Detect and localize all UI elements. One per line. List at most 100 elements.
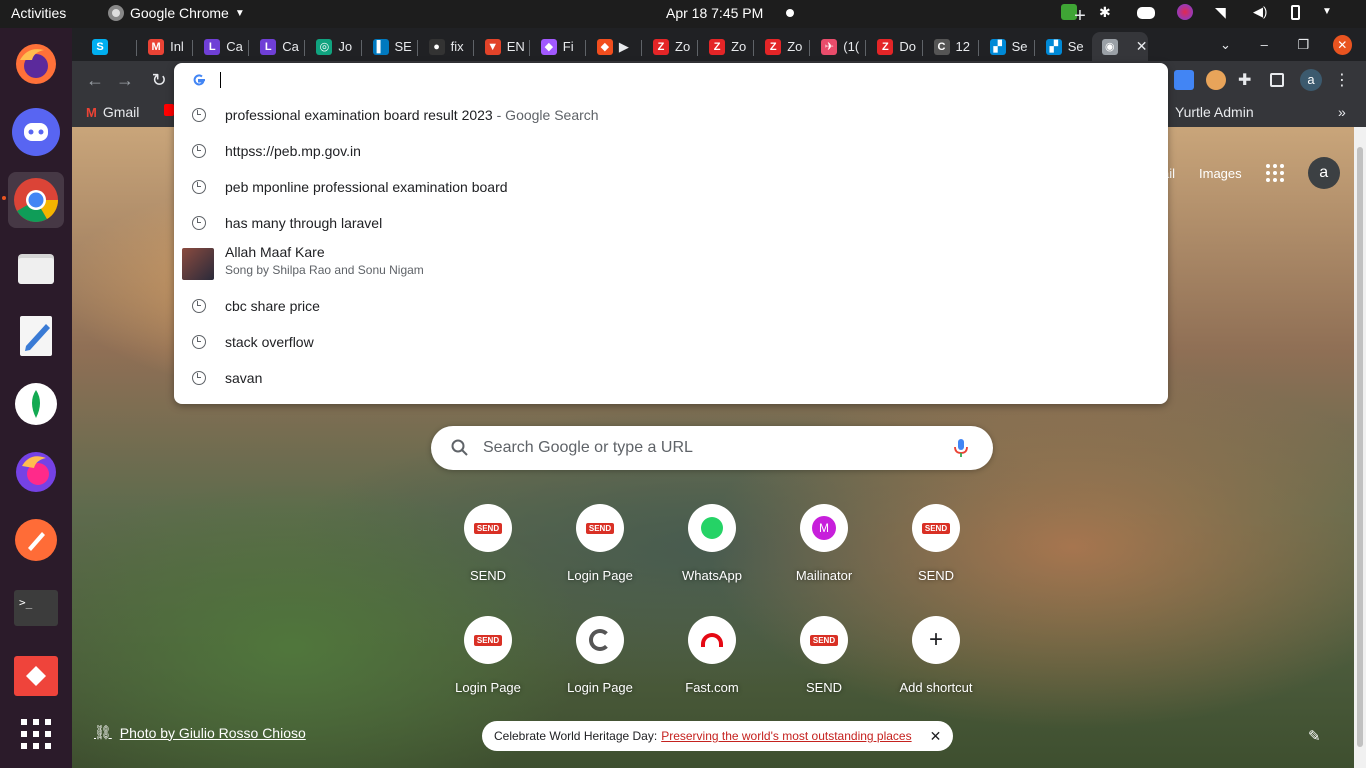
firefox-dev-tray-icon[interactable]	[1177, 4, 1193, 20]
dock-firefox[interactable]	[8, 36, 64, 92]
page-scrollbar[interactable]	[1354, 127, 1366, 768]
bookmark-gmail[interactable]: M Gmail	[86, 104, 139, 120]
wifi-icon[interactable]: ◥	[1215, 4, 1231, 20]
volume-icon[interactable]: ◀)	[1253, 4, 1269, 20]
tab-strip: S M Inl L Ca L Ca ◎ Jo ▌ SE ● fix ▼ EN ◆ Fi ◆ ▶ Z Zo Z Zo Z Zo ✈(…	[72, 28, 1366, 61]
browser-tab[interactable]: ● fix	[419, 32, 475, 61]
browser-tab[interactable]: M Inl	[138, 32, 194, 61]
promo-link[interactable]: Preserving the world's most outstanding …	[661, 729, 911, 743]
browser-tab[interactable]: C 12	[924, 32, 980, 61]
omnibox-input[interactable]	[174, 63, 1168, 97]
app-menu-label: Google Chrome	[130, 5, 229, 21]
browser-tab[interactable]: ◆ ▶	[587, 32, 643, 61]
shortcut-login-page-3[interactable]: Login Page	[544, 600, 656, 712]
dock-chrome[interactable]	[8, 172, 64, 228]
browser-tab[interactable]: ▞ Se	[1036, 32, 1092, 61]
new-tab-button[interactable]: +	[1068, 5, 1092, 28]
back-button[interactable]: ←	[84, 70, 106, 91]
dock-anydesk[interactable]	[8, 648, 64, 704]
browser-tab[interactable]: ◎ Jo	[306, 32, 362, 61]
browser-tab[interactable]: Z Zo	[755, 32, 811, 61]
browser-tab[interactable]: L Ca	[194, 32, 250, 61]
song-suggestion-row[interactable]: Allah Maaf Kare Song by Shilpa Rao and So…	[174, 241, 1168, 288]
history-clock-icon	[192, 371, 206, 385]
app-menu[interactable]: Google Chrome ▼	[108, 5, 245, 21]
dock-postman[interactable]	[8, 512, 64, 568]
system-tray[interactable]: ✱ ◥ ◀) ▼	[1061, 4, 1338, 20]
reload-button[interactable]: ↻	[148, 70, 170, 91]
minimize-button[interactable]: –	[1245, 37, 1284, 52]
account-avatar[interactable]: a	[1307, 157, 1340, 189]
browser-tab[interactable]: S	[82, 32, 138, 61]
shortcut-whatsapp[interactable]: WhatsApp	[656, 488, 768, 600]
menu-dots-icon[interactable]: ⋮	[1334, 70, 1354, 90]
extension-icon[interactable]	[1206, 70, 1226, 90]
browser-tab[interactable]: Z Zo	[643, 32, 699, 61]
extensions-puzzle-icon[interactable]: ✚	[1238, 70, 1258, 90]
close-tab-icon[interactable]: ✕	[1136, 38, 1148, 55]
forward-button[interactable]: →	[114, 70, 136, 91]
suggestion-row[interactable]: has many through laravel	[174, 205, 1168, 241]
suggestion-row[interactable]: savan	[174, 360, 1168, 396]
dock-terminal[interactable]: >_	[8, 580, 64, 636]
bookmark-yurtle-admin[interactable]: Yurtle Admin	[1175, 104, 1254, 120]
shortcut-fast-com[interactable]: Fast.com	[656, 600, 768, 712]
google-translate-icon[interactable]	[1174, 70, 1194, 90]
slack-icon[interactable]: ✱	[1099, 4, 1115, 20]
ntp-search-box[interactable]: Search Google or type a URL	[431, 426, 993, 470]
shortcut-login-page-1[interactable]: SEND Login Page	[544, 488, 656, 600]
browser-tab[interactable]: ◉ ✕	[1091, 32, 1148, 61]
shortcut-send-2[interactable]: SEND SEND	[880, 488, 992, 600]
figma-icon: ◆	[596, 38, 613, 55]
shortcut-label: SEND	[805, 680, 843, 695]
photo-attribution-link[interactable]: ⛓ Photo by Giulio Rosso Chioso	[94, 724, 306, 741]
shortcut-label: Fast.com	[685, 680, 739, 695]
shortcut-login-page-2[interactable]: SEND Login Page	[432, 600, 544, 712]
gitlab-icon: ▼	[484, 38, 501, 55]
profile-avatar[interactable]: a	[1300, 69, 1322, 91]
dock-mongodb[interactable]	[8, 376, 64, 432]
browser-tab[interactable]: Z Do	[867, 32, 923, 61]
send-icon: SEND	[576, 504, 624, 552]
bookmarks-overflow-button[interactable]: »	[1338, 104, 1346, 120]
microphone-icon[interactable]	[949, 436, 973, 460]
suggestion-row[interactable]: professional examination board result 20…	[174, 97, 1168, 133]
shortcut-mailinator[interactable]: M Mailinator	[768, 488, 880, 600]
discord-tray-icon[interactable]	[1137, 7, 1155, 19]
c-logo-icon	[576, 616, 624, 664]
tab-search-icon[interactable]: ⌄	[1206, 37, 1245, 53]
mongodb-leaf-icon	[15, 383, 57, 425]
caret-down-icon[interactable]: ▼	[1322, 4, 1338, 20]
shortcut-send-3[interactable]: SEND SEND	[768, 600, 880, 712]
browser-tab[interactable]: ▞ Se	[980, 32, 1036, 61]
activities-button[interactable]: Activities	[11, 5, 66, 21]
clock[interactable]: Apr 18 7:45 PM	[666, 5, 763, 21]
images-link[interactable]: Images	[1199, 166, 1242, 181]
browser-tab[interactable]: ▌ SE	[363, 32, 419, 61]
dock-files[interactable]	[8, 240, 64, 296]
suggestion-row[interactable]: stack overflow	[174, 324, 1168, 360]
google-g-icon	[193, 74, 205, 86]
close-window-button[interactable]: ✕	[1332, 34, 1352, 55]
add-shortcut-button[interactable]: + Add shortcut	[880, 600, 992, 712]
show-apps-button[interactable]	[8, 706, 64, 762]
suggestion-row[interactable]: cbc share price	[174, 288, 1168, 324]
maximize-button[interactable]: ❐	[1284, 37, 1323, 53]
suggestion-row[interactable]: httpss://peb.mp.gov.in	[174, 133, 1168, 169]
google-apps-icon[interactable]	[1265, 164, 1284, 182]
dock-firefox-developer[interactable]	[8, 444, 64, 500]
dock-discord[interactable]	[8, 104, 64, 160]
browser-tab[interactable]: ✈ (1(	[811, 32, 867, 61]
bookmark-youtube[interactable]	[164, 104, 174, 116]
battery-icon[interactable]	[1291, 4, 1300, 20]
browser-tab[interactable]: ◆ Fi	[531, 32, 587, 61]
side-panel-icon[interactable]	[1270, 73, 1284, 87]
dock-text-editor[interactable]	[8, 308, 64, 364]
suggestion-row[interactable]: peb mponline professional examination bo…	[174, 169, 1168, 205]
close-promo-icon[interactable]: ✕	[930, 728, 942, 745]
browser-tab[interactable]: Z Zo	[699, 32, 755, 61]
customize-pencil-icon[interactable]: ✎	[1308, 727, 1321, 745]
browser-tab[interactable]: L Ca	[250, 32, 306, 61]
browser-tab[interactable]: ▼ EN	[475, 32, 531, 61]
shortcut-send-1[interactable]: SEND SEND	[432, 488, 544, 600]
